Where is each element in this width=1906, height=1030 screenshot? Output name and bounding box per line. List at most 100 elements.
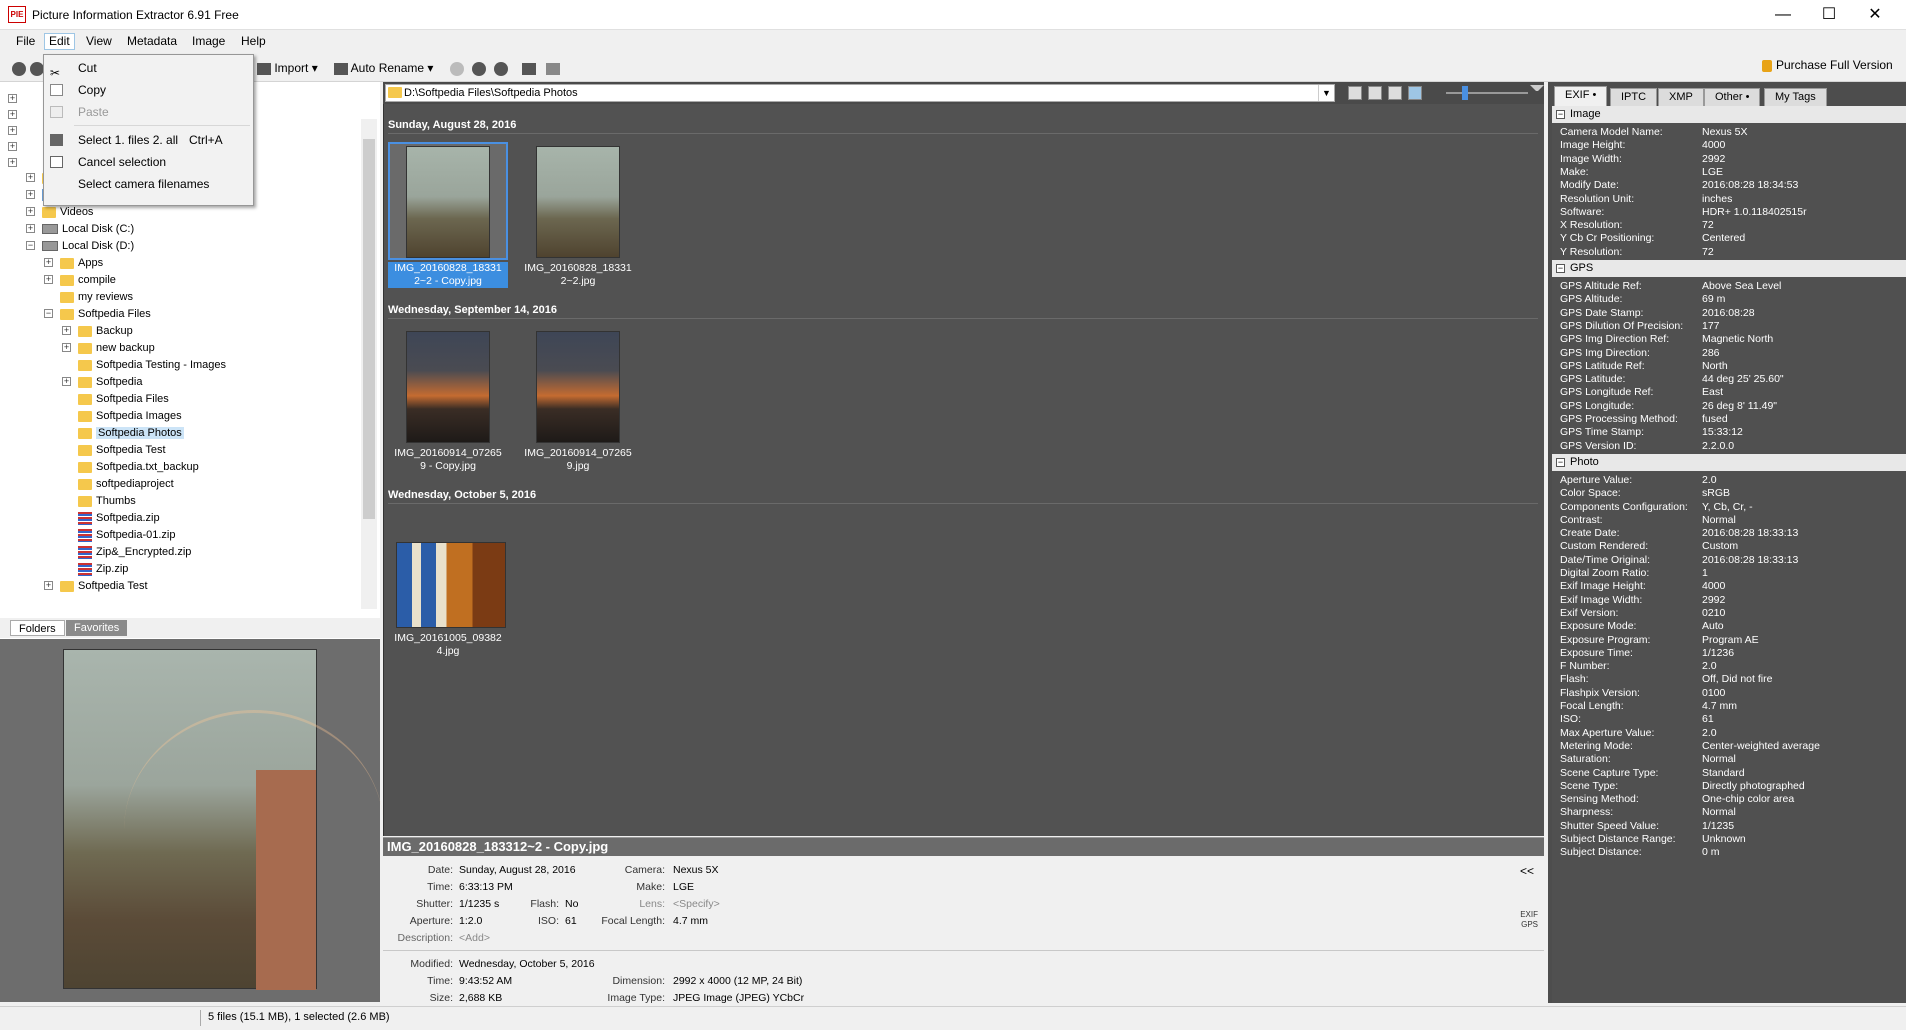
collapse-details-button[interactable]: << (1520, 864, 1534, 878)
tab-my-tags[interactable]: My Tags (1764, 88, 1827, 106)
expand-icon[interactable]: + (62, 377, 71, 386)
menu-image[interactable]: Image (188, 34, 229, 51)
tree-node[interactable]: Softpedia-01.zip (78, 527, 176, 543)
thumbnail-item[interactable]: IMG_20160914_07265 9.jpg (518, 327, 638, 477)
thumbnail-item[interactable]: IMG_20160914_07265 9 - Copy.jpg (388, 327, 508, 477)
metadata-section-header[interactable]: − GPS (1552, 260, 1906, 277)
expand-icon[interactable]: + (8, 126, 17, 135)
tree-node[interactable]: Softpedia Test (78, 442, 166, 458)
rotate-left-icon[interactable] (472, 59, 486, 77)
rotate-disabled-icon[interactable] (450, 59, 464, 77)
back-icon[interactable] (12, 59, 26, 77)
thumbnail-item[interactable]: IMG_20160828_18331 2~2.jpg (518, 142, 638, 292)
description-field[interactable]: <Add> (459, 932, 490, 944)
tree-node[interactable]: − Softpedia Files (44, 306, 151, 322)
expand-icon[interactable]: + (26, 224, 35, 233)
chevron-down-icon[interactable]: ▼ (1318, 85, 1334, 101)
view-list-icon[interactable] (1368, 86, 1382, 100)
path-input[interactable]: D:\Softpedia Files\Softpedia Photos ▼ (385, 84, 1335, 102)
expand-icon[interactable]: + (62, 326, 71, 335)
tree-node[interactable]: + Videos (26, 204, 93, 220)
tree-node[interactable]: Thumbs (78, 493, 136, 509)
tree-node[interactable]: Softpedia Testing - Images (78, 357, 226, 373)
tab-other[interactable]: Other • (1704, 88, 1761, 106)
tree-node[interactable]: Softpedia Images (78, 408, 182, 424)
tree-node[interactable]: + Softpedia (62, 374, 142, 390)
tree-node[interactable]: Zip.zip (78, 561, 128, 577)
menu-item-cut[interactable]: ✂ Cut (44, 57, 253, 80)
metadata-row[interactable]: Y Resolution: 72 (1552, 244, 1906, 260)
expand-icon[interactable]: + (8, 110, 17, 119)
tree-node[interactable]: − Local Disk (D:) (26, 238, 134, 254)
tree-node[interactable]: Softpedia.txt_backup (78, 459, 199, 475)
menu-item-cancel-selection[interactable]: Cancel selection (44, 151, 253, 173)
menu-help[interactable]: Help (237, 34, 270, 51)
zoom-slider-knob[interactable] (1462, 86, 1468, 100)
menu-view[interactable]: View (82, 34, 116, 51)
collapse-icon[interactable]: − (44, 309, 53, 318)
tab-folders[interactable]: Folders (10, 620, 65, 636)
import-button[interactable]: Import ▾ (257, 59, 318, 77)
tree-node[interactable]: Softpedia.zip (78, 510, 160, 526)
menu-item-select-camera[interactable]: Select camera filenames (44, 173, 253, 195)
tree-node[interactable]: + Backup (62, 323, 133, 339)
menu-item-copy[interactable]: Copy (44, 79, 253, 101)
view-small-icon[interactable] (1348, 86, 1362, 100)
tree-node[interactable]: + Local Disk (C:) (26, 221, 134, 237)
tab-favorites[interactable]: Favorites (66, 620, 128, 636)
rotate-right-icon[interactable] (494, 59, 508, 77)
tree-node[interactable]: + new backup (62, 340, 155, 356)
metadata-section-header[interactable]: − Image (1552, 106, 1906, 123)
expand-icon[interactable]: + (26, 190, 35, 199)
expand-icon[interactable]: + (8, 142, 17, 151)
tab-exif[interactable]: EXIF • (1554, 86, 1608, 106)
menu-edit[interactable]: Edit (44, 33, 75, 50)
metadata-row[interactable]: Subject Distance: 0 m (1552, 844, 1906, 860)
tree-node[interactable]: + Softpedia Test (44, 578, 148, 594)
collapse-icon[interactable]: − (1556, 457, 1565, 467)
expand-icon[interactable]: + (44, 275, 53, 284)
tree-node[interactable]: softpediaproject (78, 476, 174, 492)
expand-icon[interactable]: + (8, 158, 17, 167)
expand-icon[interactable]: + (8, 94, 17, 103)
tree-node[interactable]: + Apps (44, 255, 103, 271)
tree-node[interactable]: Zip&_Encrypted.zip (78, 544, 191, 560)
expand-icon[interactable]: + (26, 207, 35, 216)
filter-icon[interactable] (1530, 85, 1544, 99)
metadata-section-header[interactable]: − Photo (1552, 453, 1906, 471)
purchase-button[interactable]: Purchase Full Version (1762, 58, 1893, 72)
view-details-icon[interactable] (1388, 86, 1402, 100)
expand-icon[interactable]: + (62, 343, 71, 352)
tab-xmp[interactable]: XMP (1658, 88, 1704, 106)
expand-icon[interactable]: + (26, 173, 35, 182)
collapse-icon[interactable]: − (26, 241, 35, 250)
tree-node[interactable]: Softpedia Files (78, 391, 169, 407)
maximize-button[interactable]: ☐ (1806, 0, 1852, 30)
tree-scrollbar[interactable] (361, 119, 377, 609)
forward-icon[interactable] (30, 59, 44, 77)
tree-node[interactable]: my reviews (60, 289, 133, 305)
view-thumbs-icon[interactable] (1408, 86, 1422, 100)
tab-iptc[interactable]: IPTC (1610, 88, 1658, 106)
thumbnail-item[interactable]: IMG_20160828_18331 2~2 - Copy.jpg (388, 142, 508, 292)
thumbnail-item[interactable]: IMG_20161005_09382 4.jpg (388, 512, 508, 662)
menu-metadata[interactable]: Metadata (123, 34, 181, 51)
expand-icon[interactable]: + (44, 581, 53, 590)
collapse-icon[interactable]: − (1556, 110, 1565, 119)
expand-icon[interactable]: + (44, 258, 53, 267)
lens-field[interactable]: <Specify> (673, 898, 720, 910)
grid-view-icon[interactable] (522, 59, 536, 77)
minimize-button[interactable]: — (1760, 0, 1806, 30)
menu-file[interactable]: File (12, 34, 39, 51)
close-button[interactable]: ✕ (1852, 0, 1898, 30)
metadata-row[interactable]: GPS Version ID: 2.2.0.0 (1552, 438, 1906, 454)
collapse-icon[interactable]: − (1556, 264, 1565, 273)
auto-rename-button[interactable]: Auto Rename ▾ (334, 59, 433, 77)
menu-item-paste[interactable]: Paste (44, 101, 253, 123)
menu-item-select-all[interactable]: Select 1. files 2. all Ctrl+A (44, 129, 253, 151)
scrollbar-thumb[interactable] (363, 139, 375, 519)
zoom-slider[interactable] (1446, 86, 1528, 100)
list-view-icon[interactable] (546, 59, 560, 77)
tree-node[interactable]: + compile (44, 272, 116, 288)
tree-node[interactable]: Softpedia Photos (78, 425, 184, 441)
